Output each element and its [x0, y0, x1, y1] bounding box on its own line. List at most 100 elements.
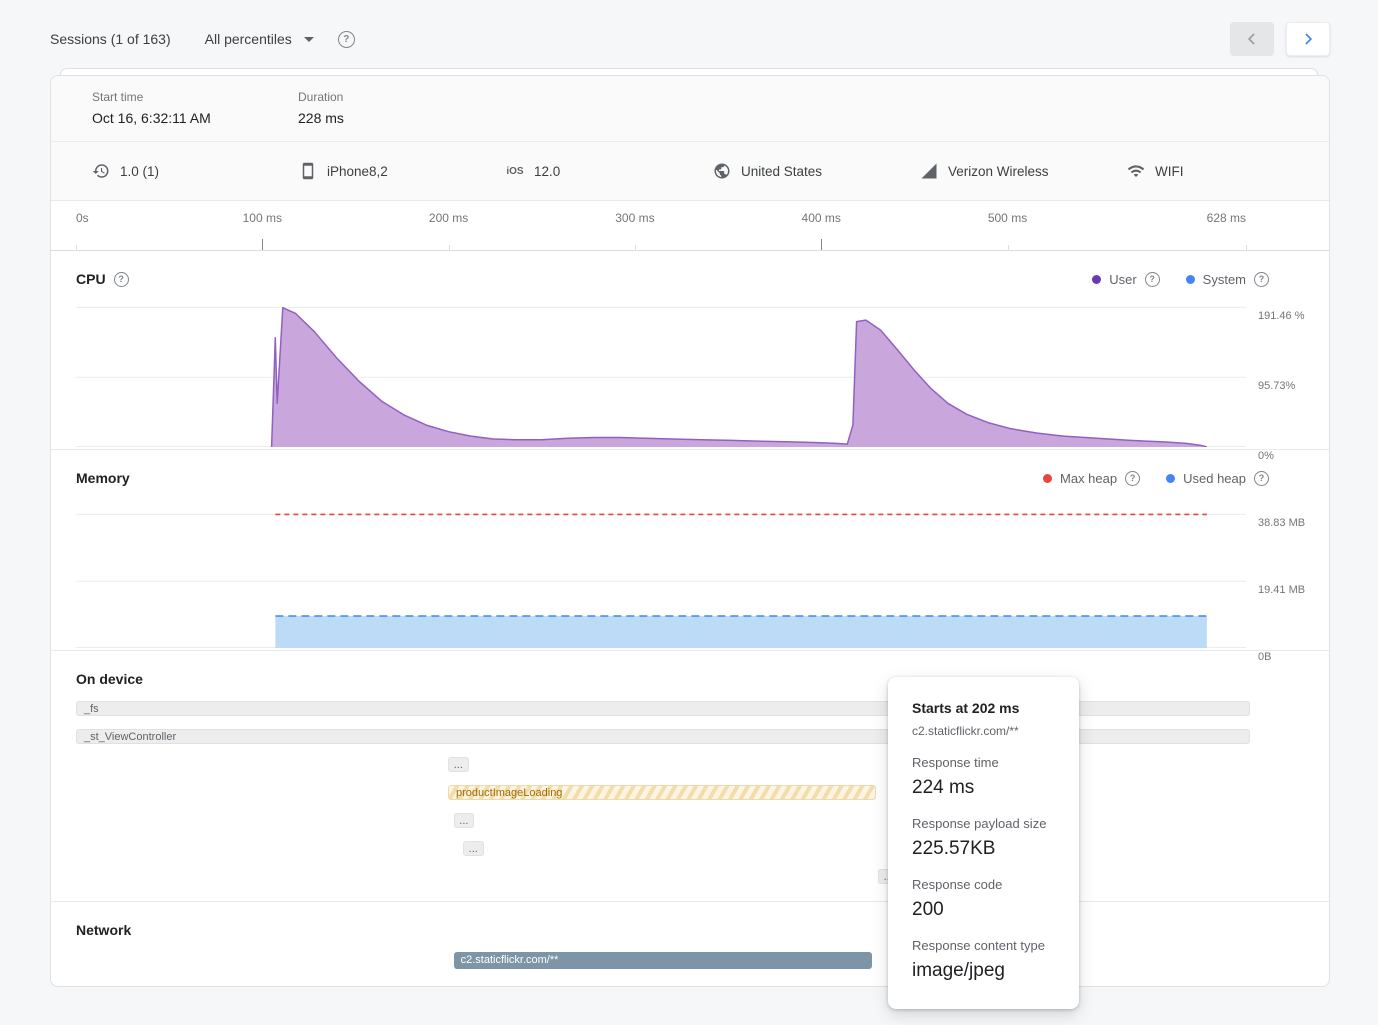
cpu-section: CPU User System 191.46 %95.73%0% [51, 251, 1329, 450]
percentiles-dropdown[interactable]: All percentiles [205, 31, 314, 47]
session-card: Start time Oct 16, 6:32:11 AM Duration 2… [50, 75, 1330, 987]
y-axis-label: 38.83 MB [1258, 516, 1306, 531]
history-icon [92, 162, 110, 180]
legend-user: User [1092, 272, 1159, 287]
response-time-label: Response time [912, 755, 1055, 770]
device-attributes-row: 1.0 (1) iPhone8,2 iOS 12.0 United States… [51, 142, 1329, 201]
on-device-section: On device _fs_st_ViewController...produc… [51, 651, 1329, 902]
app-version-item: 1.0 (1) [92, 162, 299, 180]
timeline-tick-label: 100 ms [243, 211, 282, 225]
session-nav [1230, 22, 1330, 56]
collapsed-spans-chip[interactable]: ... [448, 757, 469, 772]
radio-type-item: WIFI [1127, 162, 1184, 180]
chevron-right-icon [1298, 29, 1318, 49]
user-legend-dot [1092, 275, 1101, 284]
system-legend-label: System [1203, 272, 1246, 287]
max-heap-legend-dot [1043, 474, 1052, 483]
response-payload-value: 225.57KB [912, 838, 1055, 860]
user-legend-label: User [1109, 272, 1136, 287]
legend-used-heap: Used heap [1166, 471, 1269, 486]
globe-icon [713, 162, 731, 180]
radio-type-label: WIFI [1155, 164, 1184, 179]
tooltip-field: Response content type image/jpeg [912, 938, 1055, 982]
device-model-label: iPhone8,2 [327, 164, 388, 179]
response-code-value: 200 [912, 899, 1055, 921]
collapsed-spans-chip[interactable]: ... [463, 841, 484, 856]
y-axis-label: 95.73% [1258, 379, 1306, 394]
session-summary: Start time Oct 16, 6:32:11 AM Duration 2… [51, 76, 1329, 142]
session-stack-edge [60, 68, 1318, 75]
duration-value: 228 ms [298, 110, 504, 126]
on-device-section-title: On device [76, 671, 143, 687]
system-legend-dot [1186, 275, 1195, 284]
timeline-tick [1246, 245, 1247, 250]
tooltip-field: Response time 224 ms [912, 755, 1055, 799]
y-axis-label: 19.41 MB [1258, 583, 1306, 598]
ios-icon: iOS [506, 166, 524, 177]
memory-legend: Max heap Used heap [1043, 471, 1269, 486]
memory-section: Memory Max heap Used heap 38.83 MB 19.41 … [51, 450, 1329, 651]
carrier-item: Verizon Wireless [920, 162, 1127, 180]
smartphone-icon [299, 162, 317, 180]
start-time-value: Oct 16, 6:32:11 AM [92, 110, 298, 126]
memory-chart[interactable] [76, 498, 1246, 648]
used-heap-legend-dot [1166, 474, 1175, 483]
cpu-legend: User System [1092, 272, 1269, 287]
os-version-item: iOS 12.0 [506, 164, 713, 179]
response-code-label: Response code [912, 877, 1055, 892]
session-timeline[interactable]: 0s 100 ms 200 ms 300 ms 400 ms 500 ms 628 ms [51, 201, 1329, 251]
max-heap-legend-label: Max heap [1060, 471, 1117, 486]
chevron-left-icon [1242, 29, 1262, 49]
trace-span-bar[interactable]: productImageLoading [448, 785, 876, 800]
legend-max-heap: Max heap [1043, 471, 1140, 486]
app-version-label: 1.0 (1) [120, 164, 159, 179]
tooltip-field: Response payload size 225.57KB [912, 816, 1055, 860]
timeline-tick-label: 628 ms [1207, 211, 1246, 225]
network-request-tooltip: Starts at 202 ms c2.staticflickr.com/** … [888, 677, 1079, 1009]
os-version-label: 12.0 [534, 164, 560, 179]
timeline-axis: 0s 100 ms 200 ms 300 ms 400 ms 500 ms 628 ms [76, 201, 1246, 250]
y-axis-label: 191.46 % [1258, 309, 1306, 324]
system-help-icon[interactable] [1254, 272, 1269, 287]
country-label: United States [741, 164, 822, 179]
previous-session-button[interactable] [1230, 22, 1274, 56]
response-content-type-label: Response content type [912, 938, 1055, 953]
timeline-tick [449, 245, 450, 250]
percentiles-dropdown-label: All percentiles [205, 31, 292, 47]
timeline-tick-label: 0s [76, 211, 89, 225]
response-time-value: 224 ms [912, 777, 1055, 799]
tooltip-field: Response code 200 [912, 877, 1055, 921]
memory-section-title: Memory [76, 470, 130, 486]
carrier-label: Verizon Wireless [948, 164, 1049, 179]
tooltip-url: c2.staticflickr.com/** [912, 724, 1055, 738]
dropdown-caret-icon [304, 37, 314, 42]
used-heap-help-icon[interactable] [1254, 471, 1269, 486]
user-help-icon[interactable] [1145, 272, 1160, 287]
tooltip-title: Starts at 202 ms [912, 700, 1055, 716]
timeline-tick [76, 245, 77, 250]
sessions-help-icon[interactable] [338, 31, 355, 48]
timeline-tick [635, 245, 636, 250]
top-bar: Sessions (1 of 163) All percentiles [0, 0, 1378, 68]
timeline-tick-label: 300 ms [615, 211, 654, 225]
network-section-title: Network [76, 922, 131, 938]
network-section: Network c2.staticflickr.com/** [51, 902, 1329, 976]
max-heap-help-icon[interactable] [1125, 471, 1140, 486]
response-content-type-value: image/jpeg [912, 960, 1055, 982]
duration-label: Duration [298, 90, 504, 104]
signal-icon [920, 162, 938, 180]
y-axis-label: 0% [1258, 449, 1306, 464]
cpu-chart[interactable] [76, 299, 1246, 447]
next-session-button[interactable] [1286, 22, 1330, 56]
y-axis-label: 0B [1258, 650, 1306, 665]
cpu-help-icon[interactable] [114, 272, 129, 287]
timeline-tick-label: 200 ms [429, 211, 468, 225]
device-model-item: iPhone8,2 [299, 162, 506, 180]
wifi-icon [1127, 162, 1145, 180]
cpu-section-title: CPU [76, 271, 106, 287]
timeline-tick-label: 400 ms [802, 211, 841, 225]
network-request-bar[interactable]: c2.staticflickr.com/** [454, 952, 873, 969]
timeline-tick-label: 500 ms [988, 211, 1027, 225]
collapsed-spans-chip[interactable]: ... [454, 813, 475, 828]
used-heap-legend-label: Used heap [1183, 471, 1246, 486]
